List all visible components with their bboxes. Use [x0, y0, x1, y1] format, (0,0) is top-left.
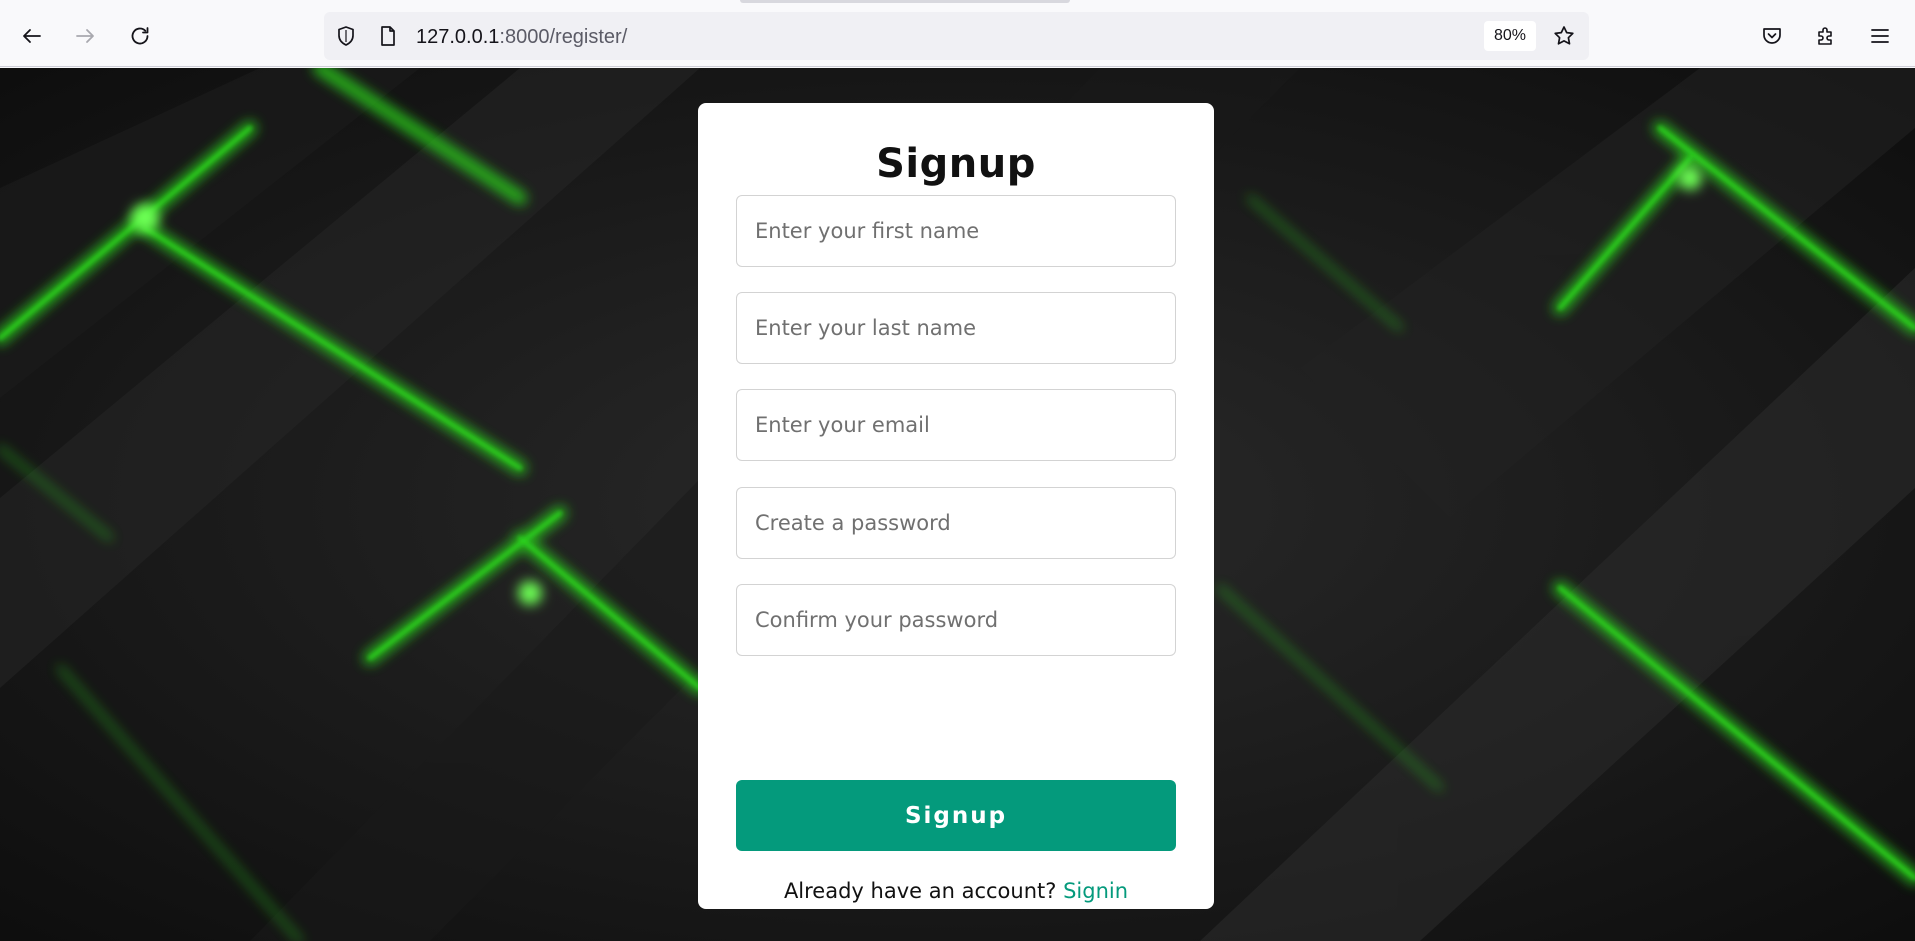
active-tab-indicator	[740, 0, 1070, 3]
forward-arrow-icon[interactable]	[65, 16, 105, 56]
zoom-level-badge[interactable]: 80%	[1484, 21, 1537, 51]
page-viewport: Signup Signup Already have an account? S…	[0, 68, 1915, 941]
last-name-field[interactable]	[736, 292, 1176, 364]
reload-icon[interactable]	[120, 16, 160, 56]
signin-prompt: Already have an account? Signin	[698, 879, 1214, 903]
tracking-protection-shield-icon[interactable]	[334, 24, 358, 48]
extensions-puzzle-icon[interactable]	[1806, 16, 1846, 56]
url-text[interactable]: 127.0.0.1:8000/register/	[416, 25, 627, 49]
hamburger-menu-icon[interactable]	[1860, 16, 1900, 56]
email-field[interactable]	[736, 389, 1176, 461]
password-field[interactable]	[736, 487, 1176, 559]
back-arrow-icon[interactable]	[12, 16, 52, 56]
bookmark-star-icon[interactable]	[1552, 24, 1576, 48]
browser-toolbar: 127.0.0.1:8000/register/ 80%	[0, 0, 1915, 67]
signup-card: Signup Signup Already have an account? S…	[698, 103, 1214, 909]
pocket-icon[interactable]	[1752, 16, 1792, 56]
signup-button[interactable]: Signup	[736, 780, 1176, 851]
page-info-icon[interactable]	[376, 24, 400, 48]
url-bar[interactable]: 127.0.0.1:8000/register/ 80%	[324, 12, 1589, 60]
signup-title: Signup	[876, 141, 1036, 187]
url-path: :8000/register/	[499, 26, 628, 48]
signin-prompt-text: Already have an account?	[783, 879, 1057, 903]
url-host: 127.0.0.1	[416, 26, 500, 48]
signin-link[interactable]: Signin	[1063, 879, 1128, 903]
first-name-field[interactable]	[736, 195, 1176, 267]
confirm-password-field[interactable]	[736, 584, 1176, 656]
